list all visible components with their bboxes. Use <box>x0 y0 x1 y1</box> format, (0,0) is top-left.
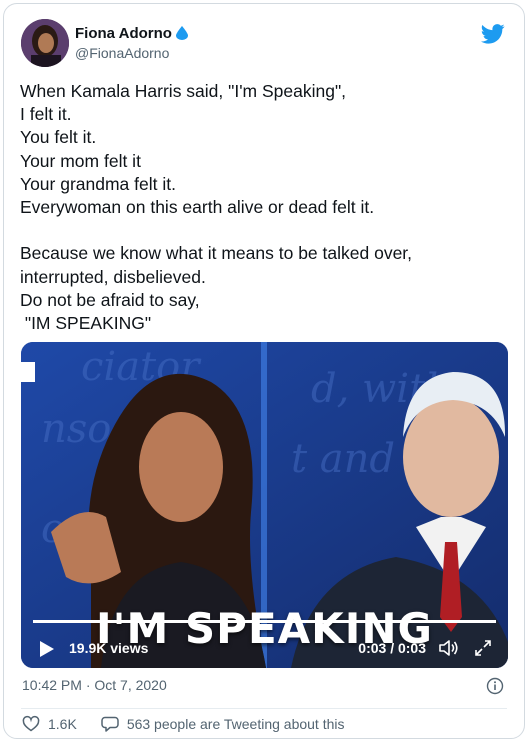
avatar-image <box>21 19 69 67</box>
tweet-text: When Kamala Harris said, "I'm Speaking",… <box>20 80 510 335</box>
video-progress-fill <box>33 620 496 623</box>
tweet-line: Do not be afraid to say, <box>20 289 200 310</box>
tweet-line: I felt it. <box>20 104 72 125</box>
tweet-line: Everywoman on this earth alive or dead f… <box>20 196 375 217</box>
tweet-card: Fiona Adorno @FionaAdorno When Kamala Ha… <box>3 3 525 739</box>
tweet-line: Because we know what it means to be talk… <box>20 243 413 264</box>
heart-icon <box>22 715 40 732</box>
video-controls: 19.9K views 0:03 / 0:03 <box>21 628 508 668</box>
svg-text:t and: t and <box>291 436 395 482</box>
author-name[interactable]: Fiona Adorno <box>75 25 172 42</box>
avatar[interactable] <box>21 19 69 67</box>
svg-text:nso: nso <box>41 406 111 452</box>
tweet-line: You felt it. <box>20 127 97 148</box>
tweet-line: When Kamala Harris said, "I'm Speaking", <box>20 81 347 101</box>
tweeting-count: 563 people are Tweeting about this <box>126 716 345 732</box>
volume-icon[interactable] <box>438 638 460 658</box>
conversation-link[interactable]: 563 people are Tweeting about this <box>101 715 345 733</box>
twitter-bird-icon[interactable] <box>481 24 505 44</box>
info-icon[interactable] <box>486 677 504 695</box>
divider <box>21 708 507 709</box>
tweet-actions: 1.6K 563 people are Tweeting about this <box>22 714 345 734</box>
author-name-row[interactable]: Fiona Adorno <box>75 23 188 43</box>
view-count: 19.9K views <box>69 640 149 656</box>
tweet-line: "IM SPEAKING" <box>20 312 152 333</box>
comment-icon <box>101 716 119 732</box>
play-icon[interactable] <box>39 640 55 658</box>
tweet-line: Your grandma felt it. <box>20 173 176 194</box>
like-count: 1.6K <box>48 716 77 732</box>
fullscreen-icon[interactable] <box>474 639 492 657</box>
tweet-line: Your mom felt it <box>20 150 141 171</box>
author-handle[interactable]: @FionaAdorno <box>75 45 169 61</box>
video-progress-bar[interactable] <box>33 620 496 623</box>
tweet-line: interrupted, disbelieved. <box>20 266 206 287</box>
verified-drop-icon <box>175 26 188 40</box>
tweet-line-gap <box>20 219 510 242</box>
video-time: 0:03 / 0:03 <box>358 640 426 656</box>
video-player[interactable]: ciator d, with nso t and ove I'M SPEAKIN… <box>21 342 508 668</box>
tweet-timestamp[interactable]: 10:42 PM · Oct 7, 2020 <box>22 677 167 693</box>
like-button[interactable]: 1.6K <box>22 715 77 733</box>
